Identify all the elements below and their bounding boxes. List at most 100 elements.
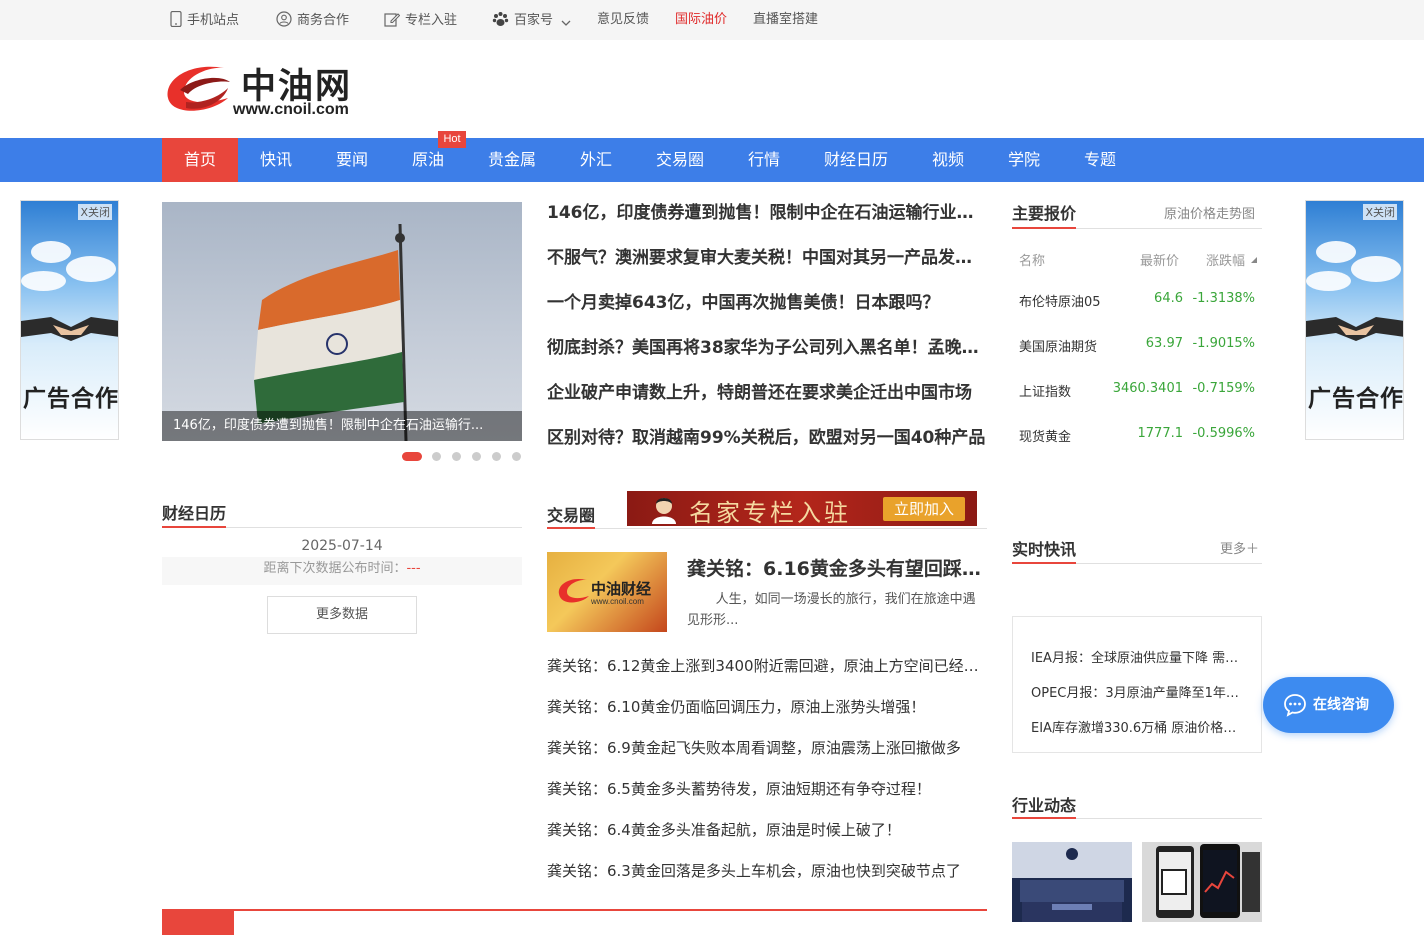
feedback-link[interactable]: 意见反馈 [597, 11, 649, 29]
slider-dot[interactable] [472, 452, 481, 461]
online-consult-label: 在线咨询 [1313, 697, 1369, 713]
left-ad[interactable]: 广告合作 X关闭 [20, 200, 119, 440]
quote-change: -0.5996% [1192, 426, 1255, 441]
business-link[interactable]: 商务合作 [276, 11, 349, 29]
quote-name: 美国原油期货 [1019, 340, 1098, 355]
logo-domain[interactable]: www.cnoil.com [233, 101, 349, 119]
slider-image[interactable]: 146亿，印度债券遭到抛售！限制中企在石油运输行... [162, 202, 522, 441]
flash-more-link[interactable]: 更多＋ [1220, 538, 1259, 557]
headline-link[interactable]: 一个月卖掉643亿，中国再次抛售美债！日本跟吗？ [547, 291, 987, 315]
sort-desc-icon[interactable] [1251, 257, 1257, 263]
chevron-down-icon [561, 20, 571, 26]
flash-item[interactable]: OPEC月报：3月原油产量降至1年来新低 [1031, 682, 1241, 701]
headline-link[interactable]: 彻底封杀？美国再将38家华为子公司列入黑名单！孟晚舟案 [547, 336, 987, 360]
nav-item-trade-circle[interactable]: 交易圈 [634, 138, 726, 182]
nav-item-topics[interactable]: 专题 [1062, 138, 1138, 182]
featured-article-title[interactable]: 龚关铭：6.16黄金多头有望回踩后再起 [687, 554, 985, 581]
quote-price: 63.97 [1145, 336, 1183, 351]
flag-photo [254, 223, 408, 441]
ad-text: 广告合作 [1308, 386, 1404, 412]
trade-article-link[interactable]: 龚关铭：6.10黄金仍面临回调压力，原油上涨势头增强！ [547, 696, 987, 717]
ad-cloud [1306, 271, 1351, 291]
column-join-banner[interactable]: 名家专栏入驻 立即加入 [627, 491, 977, 526]
oil-chart-link[interactable]: 原油价格走势图 [1164, 203, 1255, 222]
slider-dot[interactable] [492, 452, 501, 461]
quote-name: 布伦特原油05 [1019, 295, 1101, 310]
thumbnail-url: www.cnoil.com [591, 597, 644, 606]
slider-dot[interactable] [402, 452, 422, 461]
featured-article-desc: 人生，如同一场漫长的旅行，我们在旅途中遇见形形... [687, 592, 976, 628]
trade-article-link[interactable]: 龚关铭：6.5黄金多头蓄势待发，原油短期还有争夺过程！ [547, 778, 987, 799]
bottom-tab-active[interactable] [162, 909, 234, 935]
ad-cloud [1316, 241, 1356, 263]
calendar-date: 2025-07-14 [301, 538, 383, 554]
calendar-next-release: 距离下次数据公布时间：--- [162, 557, 522, 585]
cnoil-logo-mark [558, 578, 589, 603]
nav-item-home[interactable]: 首页 [162, 138, 238, 182]
conference-photo [1012, 842, 1132, 922]
oil-price-link[interactable]: 国际油价 [675, 11, 727, 29]
flash-item[interactable]: IEA月报：全球原油供应量下降 需求增长 [1031, 647, 1241, 666]
nav-item-calendar[interactable]: 财经日历 [802, 138, 910, 182]
banner-join-button[interactable]: 立即加入 [883, 497, 965, 521]
baijiahao-menu[interactable]: 百家号 [492, 11, 576, 29]
quote-price: 1777.1 [1137, 426, 1184, 441]
online-consult-button[interactable]: 在线咨询 [1263, 677, 1394, 733]
calendar-title: 财经日历 [162, 504, 227, 523]
slider-dot[interactable] [432, 452, 441, 461]
ad-close-button[interactable]: X关闭 [1363, 204, 1397, 220]
quote-name: 现货黄金 [1019, 430, 1072, 445]
ad-text: 广告合作 [23, 386, 119, 412]
slider-caption[interactable]: 146亿，印度债券遭到抛售！限制中企在石油运输行... [162, 411, 522, 441]
quotes-header-change[interactable]: 涨跌幅 [1206, 250, 1245, 269]
industry-image-app[interactable] [1142, 842, 1262, 922]
trade-article-link[interactable]: 龚关铭：6.12黄金上涨到3400附近需回避，原油上方空间已经打开 [547, 655, 987, 676]
app-promo-photo [1142, 842, 1262, 922]
headline-link[interactable]: 企业破产申请数上升，特朗普还在要求美企迁出中国市场 [547, 381, 987, 405]
nav-item-forex[interactable]: 外汇 [558, 138, 634, 182]
paw-icon [492, 12, 509, 26]
ad-cloud [31, 241, 71, 263]
nav-item-news[interactable]: 要闻 [314, 138, 390, 182]
nav-item-market[interactable]: 行情 [726, 138, 802, 182]
headline-link[interactable]: 不服气？澳洲要求复审大麦关税！中国对其另一产品发起调查 [547, 246, 987, 270]
trade-article-link[interactable]: 龚关铭：6.3黄金回落是多头上车机会，原油也快到突破节点了 [547, 860, 987, 881]
main-nav: 首页 快讯 要闻 原油 贵金属 外汇 交易圈 行情 财经日历 视频 学院 专题 [0, 138, 1424, 182]
trade-article-link[interactable]: 龚关铭：6.4黄金多头准备起航，原油是时候上破了！ [547, 819, 987, 840]
slider-dot[interactable] [512, 452, 521, 461]
quote-change: -1.3138% [1192, 291, 1255, 306]
ad-cloud [21, 271, 66, 291]
trade-article-link[interactable]: 龚关铭：6.9黄金起飞失败本周看调整，原油震荡上涨回撤做多 [547, 737, 987, 758]
avatar-icon [652, 498, 676, 524]
industry-title-underline [1012, 817, 1076, 819]
mobile-site-link[interactable]: 手机站点 [170, 11, 239, 29]
headline-link[interactable]: 146亿，印度债券遭到抛售！限制中企在石油运输行业的发展 [547, 201, 987, 225]
quotes-header-name: 名称 [1019, 254, 1046, 269]
flash-title: 实时快讯 [1012, 540, 1077, 559]
edit-icon [384, 13, 400, 27]
column-join-link[interactable]: 专栏入驻 [384, 11, 457, 29]
user-circle-icon [276, 11, 292, 27]
nav-item-metals[interactable]: 贵金属 [466, 138, 558, 182]
nav-item-flash[interactable]: 快讯 [238, 138, 314, 182]
featured-thumbnail[interactable]: 中油财经 www.cnoil.com [547, 552, 667, 632]
nav-item-academy[interactable]: 学院 [986, 138, 1062, 182]
live-room-link[interactable]: 直播室搭建 [753, 11, 818, 29]
quotes-header-price: 最新价 [1140, 254, 1180, 269]
quotes-title-underline [1012, 227, 1076, 229]
more-data-button[interactable]: 更多数据 [267, 596, 417, 634]
nav-item-video[interactable]: 视频 [910, 138, 986, 182]
slider-dot[interactable] [452, 452, 461, 461]
quotes-title: 主要报价 [1012, 204, 1077, 223]
mobile-site-label: 手机站点 [187, 13, 240, 28]
thumbnail-brand: 中油财经 [591, 580, 652, 598]
trade-title-underline [547, 527, 595, 529]
trade-circle-title[interactable]: 交易圈 [547, 502, 595, 526]
bottom-tab-bar [162, 909, 987, 935]
right-ad[interactable]: 广告合作 X关闭 [1305, 200, 1404, 440]
flash-item[interactable]: EIA库存激增330.6万桶 原油价格承压 [1031, 717, 1241, 736]
handshake-icon [1306, 317, 1403, 341]
industry-image-conference[interactable] [1012, 842, 1132, 922]
ad-close-button[interactable]: X关闭 [78, 204, 112, 220]
headline-link[interactable]: 区别对待？取消越南99%关税后，欧盟对另一国40种产品 [547, 426, 987, 450]
